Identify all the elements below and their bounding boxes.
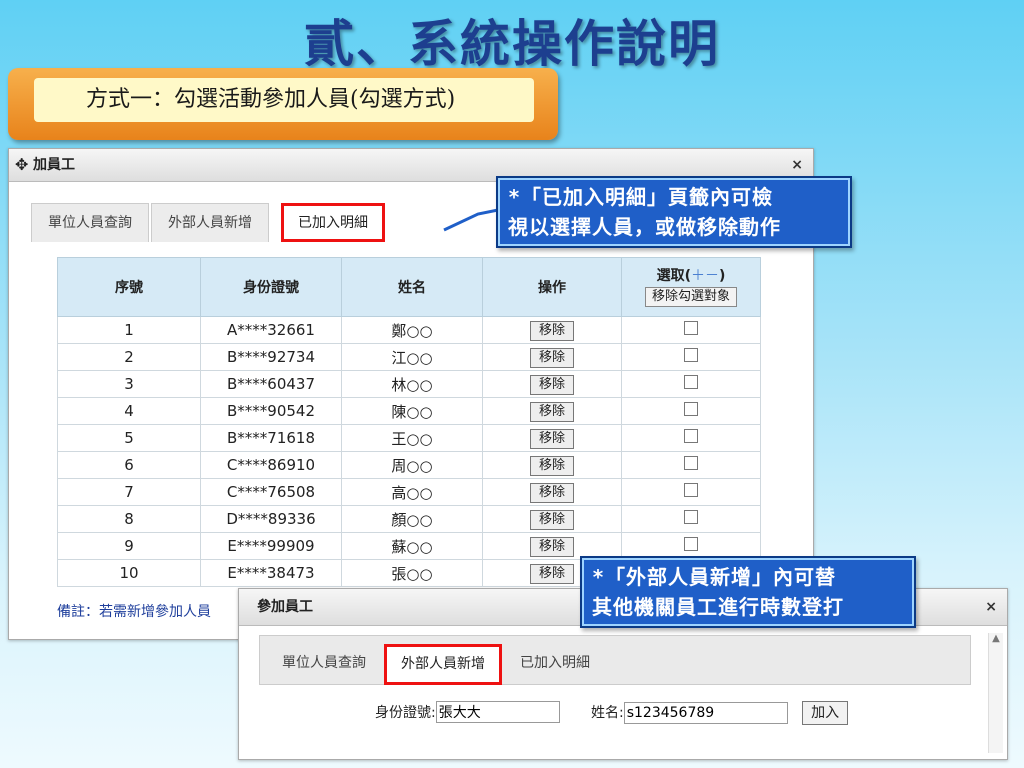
callout-external-add: *「外部人員新增」內可替 其他機關員工進行時數登打	[580, 556, 916, 628]
tab-external-add[interactable]: 外部人員新增	[384, 644, 502, 685]
callout1-line1: *「已加入明細」頁籤內可檢	[508, 185, 774, 209]
name-field-group: 姓名: 加入	[591, 701, 849, 725]
name-input[interactable]	[623, 702, 788, 724]
id-label: 身份證號:	[375, 705, 436, 721]
id-field-group: 身份證號:	[375, 701, 560, 723]
tab-added-details[interactable]: 已加入明細	[504, 644, 606, 682]
tab-unit-search[interactable]: 單位人員查詢	[266, 644, 382, 682]
close-icon[interactable]: ×	[985, 589, 997, 625]
add-button[interactable]: 加入	[802, 701, 849, 725]
callout2-line2: 其他機關員工進行時數登打	[592, 595, 844, 619]
scrollbar[interactable]: ▲	[988, 633, 1003, 753]
callout1-leader	[443, 208, 499, 232]
name-label: 姓名:	[591, 705, 624, 721]
callout1-line2: 視以選擇人員，或做移除動作	[508, 215, 781, 239]
dialog2-title: 參加員工	[257, 599, 313, 615]
callout-added-details: *「已加入明細」頁籤內可檢 視以選擇人員，或做移除動作	[496, 176, 852, 248]
id-input[interactable]	[435, 701, 560, 723]
tab-bar: 單位人員查詢 外部人員新增 已加入明細	[259, 635, 971, 685]
callout2-line1: *「外部人員新增」內可替	[592, 565, 837, 589]
